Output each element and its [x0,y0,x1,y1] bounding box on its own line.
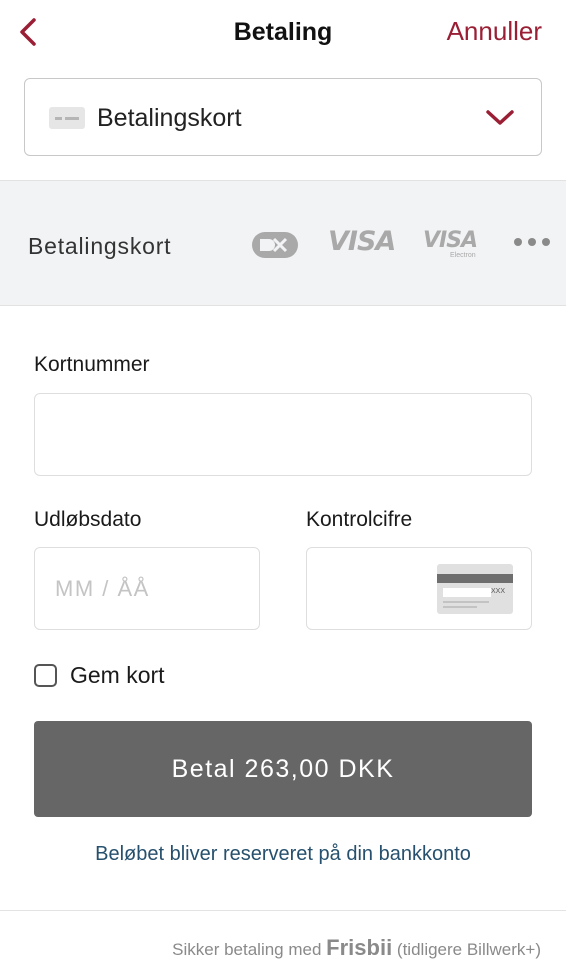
frisbii-logo: Frisbii [326,935,393,960]
cvc-label: Kontrolcifre [306,508,413,531]
footer: Sikker betaling med Frisbii (tidligere B… [0,910,566,977]
more-dot-icon [514,238,522,246]
expiry-input[interactable] [35,548,259,629]
payment-method-value: Betalingskort [97,104,242,132]
card-number-label: Kortnummer [34,353,150,376]
cvc-icon-text: XXX [491,588,506,595]
payment-method-select[interactable]: Betalingskort [24,78,542,156]
payment-card-icon [49,107,85,129]
footer-suffix: (tidligere Billwerk+) [396,940,541,959]
more-brands-button[interactable] [512,238,552,248]
visa-electron-sub: Electron [450,252,476,259]
visa-electron-logo-icon: VISA Electron [423,228,481,262]
expiry-label: Udløbsdato [34,508,142,531]
expiry-field-wrapper [34,547,260,630]
card-brands-label: Betalingskort [28,233,172,259]
footer-prefix: Sikker betaling med [172,940,322,959]
secure-payment-text: Sikker betaling med Frisbii (tidligere B… [172,935,541,961]
top-bar: Betaling Annuller [0,0,566,64]
more-dot-icon [528,238,536,246]
checkbox-icon[interactable] [34,664,57,687]
card-number-input[interactable] [35,394,531,475]
visa-logo-icon: VISA [328,226,396,257]
cancel-button[interactable]: Annuller [447,16,542,47]
pay-button[interactable]: Betal 263,00 DKK [34,721,532,817]
dankort-logo-icon [252,232,298,258]
save-card-label: Gem kort [70,662,165,688]
cvc-field-wrapper: XXX [306,547,532,630]
card-number-field-wrapper [34,393,532,476]
reserve-note: Beløbet bliver reserveret på din bankkon… [95,843,471,865]
more-dot-icon [542,238,550,246]
card-back-icon: XXX [437,564,513,614]
visa-electron-text: VISA [423,228,478,253]
chevron-down-icon [486,110,514,125]
